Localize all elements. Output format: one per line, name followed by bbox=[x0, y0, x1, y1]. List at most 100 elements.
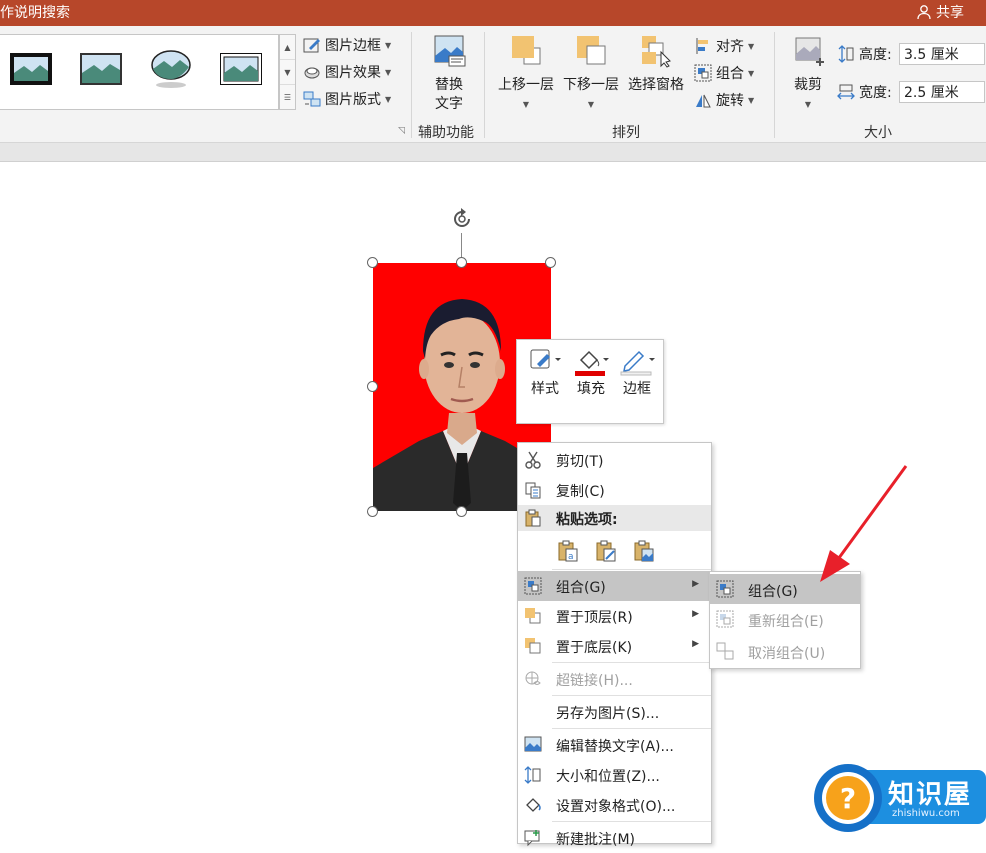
menu-item-format-object[interactable]: 设置对象格式(O)... bbox=[518, 790, 711, 820]
selection-pane-icon bbox=[642, 36, 671, 68]
menu-item-copy[interactable]: 复制(C) bbox=[518, 475, 711, 505]
mini-toolbar: 样式 填充 边框 bbox=[516, 339, 664, 424]
accessibility-group-label: 辅助功能 bbox=[418, 125, 474, 141]
alt-text-button[interactable]: 替换 文字 bbox=[420, 34, 478, 114]
selection-pane-button[interactable]: 选择窗格 bbox=[624, 34, 688, 95]
picture-style-thumbnail[interactable] bbox=[150, 49, 192, 89]
width-input[interactable]: 2.5 厘米 bbox=[899, 81, 985, 103]
picture-layout-button[interactable]: 图片版式 ▼ bbox=[303, 89, 391, 109]
menu-separator bbox=[552, 662, 711, 663]
submenu-regroup-label: 重新组合(E) bbox=[748, 614, 824, 630]
group-menu-label: 组合(G) bbox=[556, 580, 606, 596]
size-position-icon bbox=[524, 766, 541, 784]
rotate-label: 旋转 bbox=[716, 93, 744, 109]
bring-forward-icon bbox=[512, 36, 541, 65]
submenu-item-regroup[interactable]: 重新组合(E) bbox=[710, 604, 860, 634]
align-button[interactable]: 对齐 ▼ bbox=[694, 36, 754, 56]
size-and-position-label: 大小和位置(Z)... bbox=[556, 769, 660, 785]
svg-text:a: a bbox=[568, 552, 574, 562]
paste-options-row: a bbox=[556, 539, 656, 563]
picture-border-label: 图片边框 bbox=[325, 38, 381, 54]
rotate-button[interactable]: 旋转 ▼ bbox=[694, 90, 754, 110]
height-input[interactable]: 3.5 厘米 bbox=[899, 43, 985, 65]
gallery-scroll[interactable]: ▲ ▼ ☰ bbox=[279, 34, 296, 110]
menu-item-send-to-back[interactable]: 置于底层(K) ▶ bbox=[518, 631, 711, 661]
hyperlink-label: 超链接(H)... bbox=[556, 673, 633, 689]
tell-me-search[interactable]: 作说明搜索 bbox=[0, 2, 70, 22]
ungroup-icon bbox=[716, 642, 734, 660]
rotate-handle-icon[interactable] bbox=[449, 206, 475, 232]
picture-effects-button[interactable]: 图片效果 ▼ bbox=[303, 62, 391, 82]
crop-button[interactable]: 裁剪 ▼ bbox=[784, 34, 832, 114]
height-control: 高度: bbox=[837, 44, 892, 64]
effects-icon bbox=[304, 67, 320, 79]
ribbon-separator bbox=[774, 32, 775, 138]
submenu-item-ungroup[interactable]: 取消组合(U) bbox=[710, 636, 860, 666]
context-menu: 剪切(T) 复制(C) 粘贴选项: a 组合(G) ▶ 置于顶层(R) ▶ 置于… bbox=[517, 442, 712, 848]
gallery-more-icon[interactable]: ☰ bbox=[280, 85, 295, 109]
scroll-up-icon[interactable]: ▲ bbox=[280, 35, 295, 60]
share-button[interactable]: 共享 bbox=[916, 2, 964, 22]
save-as-picture-label: 另存为图片(S)... bbox=[556, 706, 660, 722]
width-control: 宽度: bbox=[837, 82, 892, 102]
dialog-launcher-icon[interactable]: ◹ bbox=[398, 126, 405, 136]
resize-handle-top-right[interactable] bbox=[545, 257, 556, 268]
scissors-icon bbox=[525, 451, 541, 469]
bring-to-front-label: 置于顶层(R) bbox=[556, 610, 633, 626]
edit-alt-text-label: 编辑替换文字(A)... bbox=[556, 739, 674, 755]
menu-item-edit-alt-text[interactable]: 编辑替换文字(A)... bbox=[518, 730, 711, 760]
layout-icon bbox=[303, 91, 321, 107]
resize-handle-top-left[interactable] bbox=[367, 257, 378, 268]
picture-style-thumbnail[interactable] bbox=[10, 53, 52, 85]
resize-handle-bottom-left[interactable] bbox=[367, 506, 378, 517]
submenu-group-label: 组合(G) bbox=[748, 584, 798, 600]
cut-label: 剪切(T) bbox=[556, 454, 604, 470]
crop-label: 裁剪 bbox=[794, 77, 822, 93]
ribbon-bottom-strip bbox=[0, 143, 986, 162]
arrange-group-label: 排列 bbox=[612, 125, 640, 141]
person-icon bbox=[917, 5, 931, 20]
outline-button[interactable]: 边框 bbox=[617, 348, 657, 398]
fill-button[interactable]: 填充 bbox=[571, 348, 611, 398]
resize-handle-top[interactable] bbox=[456, 257, 467, 268]
pencil-border-icon bbox=[303, 38, 320, 53]
paste-keep-source-formatting-icon[interactable] bbox=[594, 539, 618, 563]
submenu-arrow-icon: ▶ bbox=[692, 579, 699, 589]
menu-item-size-and-position[interactable]: 大小和位置(Z)... bbox=[518, 760, 711, 790]
resize-handle-bottom[interactable] bbox=[456, 506, 467, 517]
send-backward-button[interactable]: 下移一层 ▼ bbox=[560, 34, 622, 114]
menu-separator bbox=[552, 695, 711, 696]
menu-item-group[interactable]: 组合(G) ▶ bbox=[518, 571, 711, 601]
menu-item-new-comment[interactable]: 新建批注(M) bbox=[518, 823, 711, 853]
height-label: 高度: bbox=[859, 47, 892, 63]
submenu-arrow-icon: ▶ bbox=[692, 609, 699, 619]
picture-style-thumbnail[interactable] bbox=[220, 53, 262, 85]
menu-separator bbox=[552, 728, 711, 729]
menu-item-save-as-picture[interactable]: 另存为图片(S)... bbox=[518, 697, 711, 727]
outline-pencil-icon bbox=[620, 350, 655, 376]
group-label: 组合 bbox=[716, 66, 744, 82]
scroll-down-icon[interactable]: ▼ bbox=[280, 60, 295, 85]
alt-text-icon bbox=[434, 35, 466, 67]
bring-forward-button[interactable]: 上移一层 ▼ bbox=[495, 34, 557, 114]
alt-text-icon bbox=[524, 736, 542, 752]
menu-item-hyperlink[interactable]: 超链接(H)... bbox=[518, 664, 711, 694]
menu-item-cut[interactable]: 剪切(T) bbox=[518, 445, 711, 475]
picture-style-thumbnail[interactable] bbox=[80, 53, 122, 85]
bring-forward-label: 上移一层 bbox=[498, 77, 554, 93]
paste-use-destination-theme-icon[interactable]: a bbox=[556, 539, 580, 563]
watermark-url: zhishiwu.com bbox=[892, 808, 960, 819]
picture-effects-label: 图片效果 bbox=[325, 65, 381, 81]
bring-to-front-icon bbox=[525, 608, 541, 624]
menu-item-bring-to-front[interactable]: 置于顶层(R) ▶ bbox=[518, 601, 711, 631]
style-button[interactable]: 样式 bbox=[525, 348, 565, 398]
ribbon: ▲ ▼ ☰ 图片边框 ▼ 图片效果 ▼ 图片版式 ▼ ◹ 替换 文字 辅助功能 上移一… bbox=[0, 26, 986, 143]
group-icon bbox=[716, 580, 734, 598]
resize-handle-left[interactable] bbox=[367, 381, 378, 392]
picture-border-button[interactable]: 图片边框 ▼ bbox=[303, 35, 391, 55]
picture-styles-gallery bbox=[0, 34, 279, 110]
clipboard-icon bbox=[525, 509, 541, 527]
group-button[interactable]: 组合 ▼ bbox=[694, 63, 754, 83]
new-comment-label: 新建批注(M) bbox=[556, 832, 636, 848]
paste-as-picture-icon[interactable] bbox=[632, 539, 656, 563]
